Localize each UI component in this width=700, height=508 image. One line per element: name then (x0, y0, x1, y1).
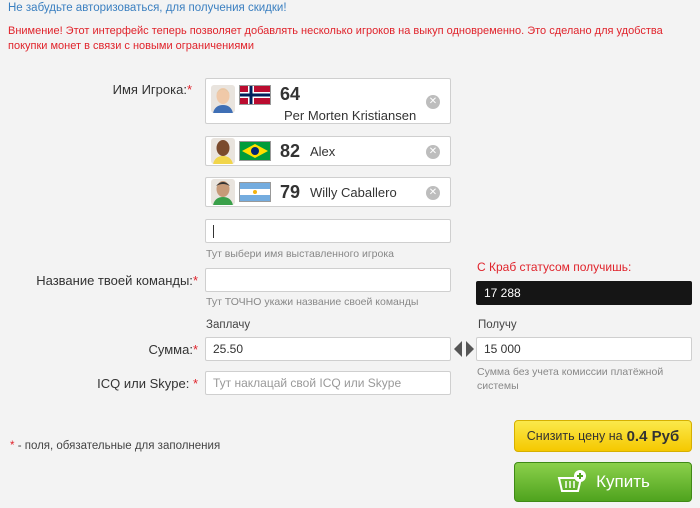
player-name-label: Имя Игрока:* (112, 82, 192, 97)
text-cursor (213, 224, 214, 238)
warning-message: Внимение! Этот интерфейс теперь позволяе… (8, 25, 663, 52)
contact-label: ICQ или Skype: * (97, 376, 198, 391)
remove-player-icon[interactable]: ✕ (426, 186, 440, 200)
team-name-label: Название твоей команды:* (36, 273, 198, 288)
player-name: Per Morten Kristiansen (284, 108, 417, 123)
team-name-input[interactable] (205, 268, 451, 292)
login-reminder: Не забудьте авторизоваться, для получени… (8, 2, 287, 14)
get-label: Получу (478, 319, 517, 331)
crab-status-value: 17 288 (476, 281, 692, 305)
player-item: 82 Alex ✕ (205, 136, 451, 166)
player-name: Alex (310, 144, 336, 159)
get-amount-hint: Сумма без учета комиссии платёжной систе… (477, 366, 664, 392)
remove-player-icon[interactable]: ✕ (426, 95, 440, 109)
norway-flag-icon (239, 85, 271, 105)
player-rating: 79 (280, 182, 301, 202)
argentina-flag-icon (239, 182, 271, 202)
player-avatar (211, 179, 235, 205)
team-hint: Тут ТОЧНО укажи название своей команды (206, 296, 419, 308)
pay-label: Заплачу (206, 319, 251, 331)
player-name: Willy Caballero (310, 185, 397, 200)
required-note: * - поля, обязательные для заполнения (10, 440, 221, 452)
sum-label: Сумма:* (148, 342, 198, 357)
player-search-input[interactable] (205, 219, 451, 243)
reduce-price-button[interactable]: Снизить цену на 0.4 Руб (514, 420, 692, 452)
get-amount-input[interactable]: 15 000 (476, 337, 692, 361)
pay-amount-input[interactable]: 25.50 (205, 337, 451, 361)
player-rating: 82 (280, 141, 301, 161)
add-to-cart-icon (556, 469, 588, 495)
crab-status-title: С Краб статусом получишь: (477, 260, 632, 274)
remove-player-icon[interactable]: ✕ (426, 145, 440, 159)
player-rating: 64 (280, 84, 301, 104)
player-item: 64 Per Morten Kristiansen ✕ (205, 78, 451, 124)
swap-arrows-icon[interactable] (453, 338, 475, 360)
player-avatar (211, 138, 235, 164)
player-item: 79 Willy Caballero ✕ (205, 177, 451, 207)
contact-input[interactable]: Тут наклацай свой ICQ или Skype (205, 371, 451, 395)
player-hint: Тут выбери имя выставленного игрока (206, 248, 395, 260)
brazil-flag-icon (239, 141, 271, 161)
player-avatar (211, 85, 235, 113)
buy-button[interactable]: Купить (514, 462, 692, 502)
